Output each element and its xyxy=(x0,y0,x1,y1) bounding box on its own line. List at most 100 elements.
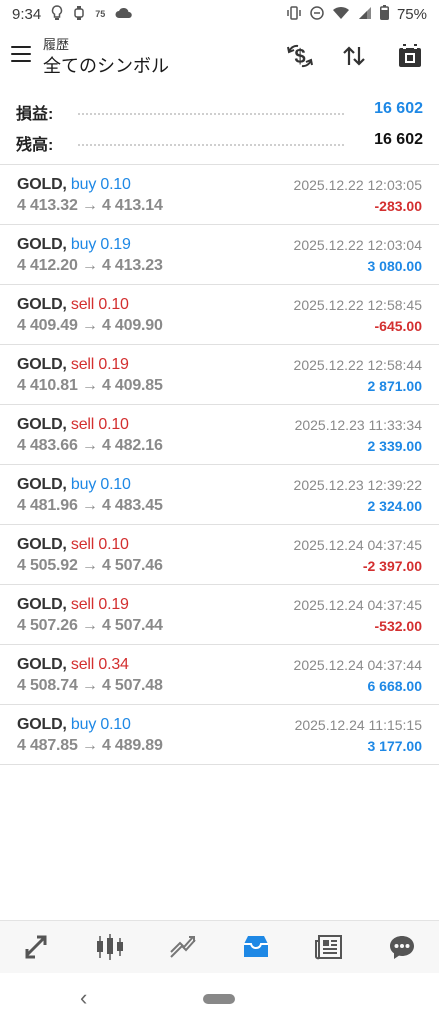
deal-profit: 3 080.00 xyxy=(367,258,423,274)
deal-profit: 2 871.00 xyxy=(367,378,423,394)
dnd-icon xyxy=(310,5,324,23)
app-bar: 履歴 全てのシンボル $ xyxy=(0,30,439,86)
page-title[interactable]: 全てのシンボル xyxy=(43,52,169,78)
deal-symbol-line: GOLD, sell 0.19 xyxy=(17,356,129,374)
battery-level: 75% xyxy=(396,5,427,23)
deal-time: 2025.12.24 04:37:45 xyxy=(293,537,422,553)
svg-text:$: $ xyxy=(294,46,305,68)
deal-row[interactable]: GOLD, sell 0.10 4 483.66 → 4 482.16 2025… xyxy=(0,405,439,465)
page-subtitle: 履歴 xyxy=(43,37,70,52)
deal-prices: 4 505.92 → 4 507.46 xyxy=(17,557,163,574)
bottom-nav xyxy=(0,920,439,973)
deal-symbol: GOLD, xyxy=(17,536,67,553)
deal-profit: -283.00 xyxy=(374,198,422,214)
system-nav-bar: ‹ xyxy=(0,973,439,1024)
deal-symbol: GOLD, xyxy=(17,236,67,253)
deal-row[interactable]: GOLD, sell 0.10 4 409.49 → 4 409.90 2025… xyxy=(0,285,439,345)
deal-row[interactable]: GOLD, sell 0.19 4 410.81 → 4 409.85 2025… xyxy=(0,345,439,405)
deal-time: 2025.12.24 11:15:15 xyxy=(294,717,422,733)
deal-prices: 4 413.32 → 4 413.14 xyxy=(17,197,163,214)
chart-icon[interactable] xyxy=(90,927,130,967)
deal-prices: 4 412.20 → 4 413.23 xyxy=(17,257,163,274)
deal-row[interactable]: GOLD, sell 0.10 4 505.92 → 4 507.46 2025… xyxy=(0,525,439,585)
balance-row: 残高: 16 602 xyxy=(0,127,439,158)
deal-symbol-line: GOLD, sell 0.19 xyxy=(17,596,129,614)
deal-prices: 4 487.85 → 4 489.89 xyxy=(17,737,163,754)
deal-side: sell 0.34 xyxy=(70,656,129,673)
deal-symbol-line: GOLD, sell 0.10 xyxy=(17,296,129,314)
deal-row[interactable]: GOLD, buy 0.10 4 413.32 → 4 413.14 2025.… xyxy=(0,165,439,225)
deal-row[interactable]: GOLD, sell 0.34 4 508.74 → 4 507.48 2025… xyxy=(0,645,439,705)
deal-row[interactable]: GOLD, sell 0.19 4 507.26 → 4 507.44 2025… xyxy=(0,585,439,645)
deal-side: sell 0.10 xyxy=(70,416,129,433)
deal-time: 2025.12.23 12:39:22 xyxy=(293,477,422,493)
deal-side: sell 0.10 xyxy=(70,536,129,553)
deal-symbol-line: GOLD, sell 0.10 xyxy=(17,416,129,434)
deal-side: buy 0.10 xyxy=(70,176,131,193)
back-icon[interactable]: ‹ xyxy=(80,985,87,1011)
deal-prices: 4 508.74 → 4 507.48 xyxy=(17,677,163,694)
deal-symbol: GOLD, xyxy=(17,596,67,613)
deal-side: buy 0.19 xyxy=(70,236,131,253)
deal-symbol: GOLD, xyxy=(17,656,67,673)
deal-symbol-line: GOLD, sell 0.10 xyxy=(17,536,129,554)
deal-prices: 4 410.81 → 4 409.85 xyxy=(17,377,163,394)
vibrate-icon xyxy=(286,5,302,23)
profit-label: 損益: xyxy=(16,106,54,123)
home-pill[interactable] xyxy=(203,994,235,1004)
status-bar: 9:34 75 75% xyxy=(0,0,439,28)
deal-prices: 4 409.49 → 4 409.90 xyxy=(17,317,163,334)
calendar-icon[interactable] xyxy=(392,40,428,72)
deal-row[interactable]: GOLD, buy 0.19 4 412.20 → 4 413.23 2025.… xyxy=(0,225,439,285)
deal-prices: 4 483.66 → 4 482.16 xyxy=(17,437,163,454)
dotted-leader xyxy=(78,113,344,115)
summary-panel: 損益: 16 602 残高: 16 602 xyxy=(0,96,439,158)
wifi-icon xyxy=(332,6,350,23)
history-icon[interactable] xyxy=(236,927,276,967)
trade-icon[interactable] xyxy=(163,927,203,967)
deal-symbol-line: GOLD, sell 0.34 xyxy=(17,656,129,674)
chat-icon[interactable] xyxy=(382,927,422,967)
deal-profit: 2 339.00 xyxy=(367,438,423,454)
deal-side: sell 0.10 xyxy=(70,296,129,313)
deal-profit: -2 397.00 xyxy=(362,558,422,574)
deal-row[interactable]: GOLD, buy 0.10 4 481.96 → 4 483.45 2025.… xyxy=(0,465,439,525)
currency-exchange-icon[interactable]: $ xyxy=(282,40,318,72)
deal-side: buy 0.10 xyxy=(70,476,131,493)
profit-value: 16 602 xyxy=(374,100,423,117)
cloud-icon xyxy=(115,7,133,22)
news-icon[interactable] xyxy=(309,927,349,967)
deal-symbol-line: GOLD, buy 0.19 xyxy=(17,236,131,254)
battery-icon xyxy=(379,5,389,23)
menu-icon[interactable] xyxy=(11,46,31,62)
deal-profit: 6 668.00 xyxy=(367,678,423,694)
deal-symbol-line: GOLD, buy 0.10 xyxy=(17,176,131,194)
status-extra-badge: 75 xyxy=(95,8,106,19)
quotes-icon[interactable] xyxy=(17,927,57,967)
deal-time: 2025.12.24 04:37:45 xyxy=(293,597,422,613)
deal-profit: 2 324.00 xyxy=(367,498,423,514)
deal-time: 2025.12.23 11:33:34 xyxy=(294,417,422,433)
deal-time: 2025.12.24 04:37:44 xyxy=(293,657,422,673)
deal-time: 2025.12.22 12:03:04 xyxy=(293,237,422,253)
deal-symbol: GOLD, xyxy=(17,416,67,433)
deal-time: 2025.12.22 12:03:05 xyxy=(293,177,422,193)
deal-symbol-line: GOLD, buy 0.10 xyxy=(17,716,131,734)
deal-symbol: GOLD, xyxy=(17,716,67,733)
sort-icon[interactable] xyxy=(336,40,372,72)
status-time: 9:34 xyxy=(12,5,42,23)
deal-side: sell 0.19 xyxy=(70,356,129,373)
deal-symbol: GOLD, xyxy=(17,356,67,373)
deal-row[interactable]: GOLD, buy 0.10 4 487.85 → 4 489.89 2025.… xyxy=(0,705,439,765)
deal-profit: -645.00 xyxy=(374,318,422,334)
deal-symbol: GOLD, xyxy=(17,476,67,493)
deal-time: 2025.12.22 12:58:45 xyxy=(293,297,422,313)
balance-label: 残高: xyxy=(16,137,54,154)
deal-side: sell 0.19 xyxy=(70,596,129,613)
deal-profit: 3 177.00 xyxy=(367,738,423,754)
deal-list: GOLD, buy 0.10 4 413.32 → 4 413.14 2025.… xyxy=(0,164,439,765)
deal-prices: 4 481.96 → 4 483.45 xyxy=(17,497,163,514)
signal-icon xyxy=(358,6,372,23)
deal-symbol: GOLD, xyxy=(17,296,67,313)
deal-prices: 4 507.26 → 4 507.44 xyxy=(17,617,163,634)
